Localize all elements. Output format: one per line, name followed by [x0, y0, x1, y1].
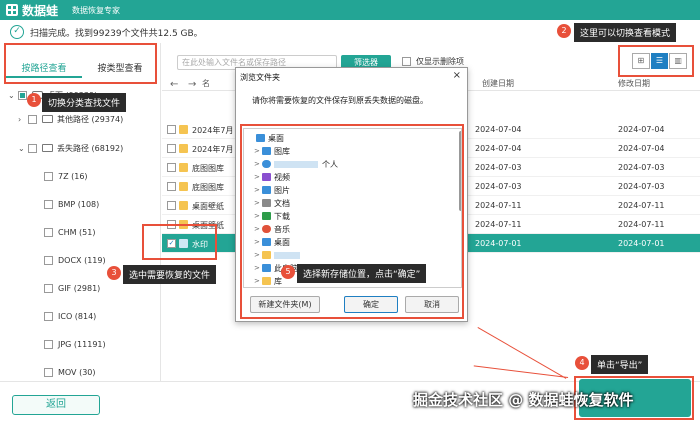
tree-checkbox[interactable]	[44, 199, 53, 209]
file-created: 2024-07-01	[475, 239, 522, 248]
check-icon: ✓	[10, 25, 24, 39]
highlight-box-file	[142, 224, 217, 260]
tree-item-label: MOV (30)	[58, 367, 96, 377]
annotation-callout-1: 切换分类查找文件	[42, 93, 127, 112]
app-subtitle: 数据恢复专家	[72, 5, 121, 15]
row-checkbox[interactable]	[167, 144, 176, 153]
file-created: 2024-07-03	[475, 163, 522, 172]
folder-icon	[42, 115, 53, 123]
file-name: 2024年7月	[192, 126, 234, 135]
tree-item[interactable]: ICO (814)	[44, 309, 96, 323]
tree-item[interactable]: ⌄ 丢失路径 (68192)	[18, 141, 123, 155]
folder-icon	[42, 144, 53, 152]
file-created: 2024-07-04	[475, 144, 522, 153]
watermark: 掘金技术社区 @ 数据蛙恢复软件	[413, 391, 634, 409]
file-name: 桌面壁纸	[192, 202, 224, 211]
tree-item-label: CHM (51)	[58, 227, 96, 237]
title-bar: 数据蛙 数据恢复专家	[0, 0, 700, 20]
tree-item-label: GIF (2981)	[58, 283, 101, 293]
file-name: 底图图库	[192, 183, 224, 192]
tree-item[interactable]: DOCX (119)	[44, 253, 106, 267]
tree-checkbox[interactable]	[44, 339, 53, 349]
row-checkbox[interactable]	[167, 182, 176, 191]
annotation-callout-2: 这里可以切换查看模式	[574, 23, 677, 42]
tree-checkbox[interactable]	[28, 114, 37, 124]
tree-item-label: 其他路径 (29374)	[57, 114, 124, 124]
column-created[interactable]: 创建日期	[482, 78, 514, 89]
highlight-box-tabs	[4, 43, 157, 84]
annotation-badge-3: 3	[107, 266, 121, 280]
file-modified: 2024-07-04	[618, 144, 665, 153]
file-modified: 2024-07-01	[618, 239, 665, 248]
annotation-badge-4: 4	[575, 356, 589, 370]
highlight-box-dialog	[240, 124, 464, 319]
chevron-down-icon[interactable]: ⌄	[8, 91, 18, 100]
dialog-description: 请你将需要恢复的文件保存到原丢失数据的磁盘。	[252, 96, 428, 105]
tree-item[interactable]: 7Z (16)	[44, 169, 88, 183]
tree-checkbox[interactable]	[44, 311, 53, 321]
app-brand: 数据蛙	[22, 3, 59, 18]
chevron-right-icon[interactable]: ›	[18, 115, 28, 124]
row-checkbox[interactable]	[167, 125, 176, 134]
scan-status: ✓ 扫描完成。找到99239个文件共12.5 GB。	[10, 24, 203, 40]
chevron-down-icon[interactable]: ⌄	[18, 144, 28, 153]
deleted-only-checkbox[interactable]	[402, 57, 411, 66]
tree-item-label: ICO (814)	[58, 311, 97, 321]
file-modified: 2024-07-03	[618, 163, 665, 172]
highlight-box-view-modes	[618, 45, 694, 77]
folder-icon	[179, 163, 188, 172]
tree-item[interactable]: CHM (51)	[44, 225, 95, 239]
tree-checkbox[interactable]	[44, 283, 53, 293]
back-button[interactable]: 返回	[12, 395, 100, 415]
column-name[interactable]: 名	[202, 78, 210, 89]
annotation-callout-3: 选中需要恢复的文件	[123, 265, 217, 284]
file-name: 2024年7月	[192, 145, 234, 154]
row-checkbox[interactable]	[167, 163, 176, 172]
file-modified: 2024-07-03	[618, 182, 665, 191]
tree-item[interactable]: GIF (2981)	[44, 281, 100, 295]
tree-item[interactable]: BMP (108)	[44, 197, 99, 211]
annotation-badge-5: 5	[281, 265, 295, 279]
tree-checkbox[interactable]	[28, 143, 37, 153]
folder-icon	[179, 125, 188, 134]
tree-item[interactable]: MOV (30)	[44, 365, 96, 379]
row-checkbox[interactable]	[167, 201, 176, 210]
tree-item[interactable]: JPG (11191)	[44, 337, 106, 351]
file-name: 底图图库	[192, 164, 224, 173]
file-modified: 2024-07-11	[618, 201, 665, 210]
column-modified[interactable]: 修改日期	[618, 78, 650, 89]
folder-icon	[179, 182, 188, 191]
folder-icon	[179, 201, 188, 210]
tree-checkbox[interactable]	[44, 367, 53, 377]
close-icon[interactable]: ×	[453, 70, 461, 81]
scan-status-text: 扫描完成。找到99239个文件共12.5 GB。	[30, 28, 203, 39]
sidebar-divider	[160, 43, 161, 381]
file-modified: 2024-07-04	[618, 125, 665, 134]
annotation-callout-4: 单击“导出”	[591, 355, 649, 374]
tree-checkbox[interactable]	[18, 90, 27, 100]
file-created: 2024-07-04	[475, 125, 522, 134]
annotation-badge-2: 2	[557, 24, 571, 38]
tree-checkbox[interactable]	[44, 227, 53, 237]
tree-item-label: JPG (11191)	[58, 339, 106, 349]
tree-checkbox[interactable]	[44, 255, 53, 265]
file-modified: 2024-07-11	[618, 220, 665, 229]
tree-checkbox[interactable]	[44, 171, 53, 181]
folder-icon	[179, 144, 188, 153]
tree-item-label: 丢失路径 (68192)	[57, 143, 124, 153]
deleted-only-label: 仅显示删除项	[416, 57, 464, 66]
logo-icon	[6, 4, 18, 16]
tree-item-label: 7Z (16)	[58, 171, 88, 181]
dialog-title: 浏览文件夹	[240, 73, 280, 82]
deleted-only-toggle[interactable]: 仅显示删除项	[402, 56, 464, 67]
annotation-badge-1: 1	[27, 93, 41, 107]
tree-item-label: BMP (108)	[58, 199, 100, 209]
tree-item-label: DOCX (119)	[58, 255, 106, 265]
annotation-callout-5: 选择新存储位置，点击“确定”	[297, 264, 427, 283]
file-created: 2024-07-11	[475, 220, 522, 229]
file-created: 2024-07-03	[475, 182, 522, 191]
file-created: 2024-07-11	[475, 201, 522, 210]
tree-item[interactable]: › 其他路径 (29374)	[18, 112, 123, 126]
